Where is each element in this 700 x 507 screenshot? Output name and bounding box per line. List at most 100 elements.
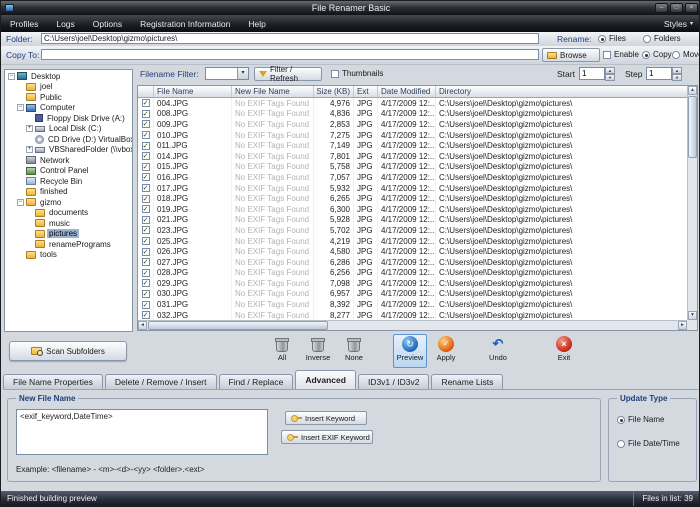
maximize-button[interactable]: □ <box>670 3 683 13</box>
table-row[interactable]: ✓004.JPGNo EXIF Tags Found4,976JPG4/17/2… <box>138 98 687 109</box>
tree-item-floppy-disk-drive-a[interactable]: Floppy Disk Drive (A:) <box>5 113 132 124</box>
combo-dropdown-icon[interactable]: ▾ <box>237 68 248 79</box>
tree-item-recycle-bin[interactable]: Recycle Bin <box>5 176 132 187</box>
undo-button[interactable]: Undo <box>481 334 515 368</box>
row-checkbox[interactable]: ✓ <box>142 110 150 118</box>
tree-item-public[interactable]: Public <box>5 92 132 103</box>
tab-advanced[interactable]: Advanced <box>295 370 356 389</box>
row-checkbox[interactable]: ✓ <box>142 131 150 139</box>
table-row[interactable]: ✓031.JPGNo EXIF Tags Found8,392JPG4/17/2… <box>138 299 687 310</box>
column-header-directory[interactable]: Directory <box>436 86 687 97</box>
column-header-size-kb[interactable]: Size (KB) <box>314 86 354 97</box>
tree-expander-icon[interactable]: − <box>8 73 15 80</box>
row-checkbox[interactable]: ✓ <box>142 152 150 160</box>
row-checkbox[interactable]: ✓ <box>142 269 150 277</box>
menu-item-profiles[interactable]: Profiles <box>1 15 47 32</box>
table-row[interactable]: ✓032.JPGNo EXIF Tags Found8,277JPG4/17/2… <box>138 310 687 320</box>
row-checkbox[interactable]: ✓ <box>142 311 150 319</box>
tab-delete-remove-insert[interactable]: Delete / Remove / Insert <box>105 374 217 389</box>
table-row[interactable]: ✓011.JPGNo EXIF Tags Found7,149JPG4/17/2… <box>138 140 687 151</box>
update-file-name-option[interactable]: File Name <box>617 415 664 424</box>
row-checkbox[interactable]: ✓ <box>142 258 150 266</box>
start-down-icon[interactable]: ▼ <box>605 74 615 81</box>
scroll-down-icon[interactable]: ▼ <box>688 311 697 320</box>
preview-button[interactable]: Preview <box>393 334 427 368</box>
start-input[interactable] <box>579 67 605 80</box>
styles-menu[interactable]: Styles ▾ <box>656 19 700 29</box>
table-row[interactable]: ✓010.JPGNo EXIF Tags Found7,275JPG4/17/2… <box>138 130 687 141</box>
copy-option[interactable]: Copy <box>642 50 672 59</box>
horizontal-scrollbar[interactable]: ◄ ► <box>138 320 687 330</box>
tree-item-local-disk-c[interactable]: +Local Disk (C:) <box>5 124 132 135</box>
tree-item-music[interactable]: music <box>5 218 132 229</box>
rename-files-option[interactable]: Files <box>598 34 626 43</box>
row-checkbox[interactable]: ✓ <box>142 301 150 309</box>
enable-checkbox-option[interactable]: Enable <box>603 50 639 59</box>
table-row[interactable]: ✓030.JPGNo EXIF Tags Found6,957JPG4/17/2… <box>138 289 687 300</box>
step-stepper[interactable]: ▲▼ <box>646 67 682 80</box>
tree-item-gizmo[interactable]: −gizmo <box>5 197 132 208</box>
tab-file-name-properties[interactable]: File Name Properties <box>3 374 103 389</box>
tree-item-computer[interactable]: −Computer <box>5 103 132 114</box>
row-checkbox[interactable]: ✓ <box>142 195 150 203</box>
tab-rename-lists[interactable]: Rename Lists <box>431 374 503 389</box>
start-up-icon[interactable]: ▲ <box>605 67 615 74</box>
table-row[interactable]: ✓008.JPGNo EXIF Tags Found4,836JPG4/17/2… <box>138 109 687 120</box>
exit-button[interactable]: Exit <box>547 334 581 368</box>
table-row[interactable]: ✓025.JPGNo EXIF Tags Found4,219JPG4/17/2… <box>138 236 687 247</box>
table-row[interactable]: ✓014.JPGNo EXIF Tags Found7,801JPG4/17/2… <box>138 151 687 162</box>
row-checkbox[interactable]: ✓ <box>142 142 150 150</box>
tree-item-joel[interactable]: joel <box>5 82 132 93</box>
tree-item-finished[interactable]: finished <box>5 187 132 198</box>
table-row[interactable]: ✓023.JPGNo EXIF Tags Found5,702JPG4/17/2… <box>138 225 687 236</box>
tree-expander-icon[interactable]: − <box>17 104 24 111</box>
tree-item-network[interactable]: Network <box>5 155 132 166</box>
row-checkbox[interactable]: ✓ <box>142 163 150 171</box>
minimize-button[interactable]: – <box>655 3 668 13</box>
tree-expander-icon[interactable]: − <box>17 199 24 206</box>
inverse-button[interactable]: Inverse <box>301 334 335 368</box>
folder-input[interactable] <box>41 33 539 44</box>
row-checkbox[interactable]: ✓ <box>142 237 150 245</box>
column-header-new-file-name[interactable]: New File Name <box>232 86 314 97</box>
tab-find-replace[interactable]: Find / Replace <box>219 374 294 389</box>
row-checkbox[interactable]: ✓ <box>142 99 150 107</box>
menu-item-options[interactable]: Options <box>84 15 131 32</box>
tree-item-renameprograms[interactable]: renamePrograms <box>5 239 132 250</box>
row-checkbox[interactable]: ✓ <box>142 216 150 224</box>
start-stepper[interactable]: ▲▼ <box>579 67 615 80</box>
table-row[interactable]: ✓009.JPGNo EXIF Tags Found2,853JPG4/17/2… <box>138 119 687 130</box>
tree-item-tools[interactable]: tools <box>5 250 132 261</box>
filename-filter-input[interactable] <box>206 68 237 79</box>
column-header-ext[interactable]: Ext <box>354 86 378 97</box>
table-row[interactable]: ✓027.JPGNo EXIF Tags Found6,286JPG4/17/2… <box>138 257 687 268</box>
filter-refresh-button[interactable]: Filter / Refresh <box>254 67 322 81</box>
table-row[interactable]: ✓017.JPGNo EXIF Tags Found5,932JPG4/17/2… <box>138 183 687 194</box>
step-down-icon[interactable]: ▼ <box>672 74 682 81</box>
scroll-right-icon[interactable]: ► <box>678 321 687 330</box>
step-up-icon[interactable]: ▲ <box>672 67 682 74</box>
update-file-datetime-option[interactable]: File Date/Time <box>617 439 680 448</box>
none-button[interactable]: None <box>337 334 371 368</box>
scroll-up-icon[interactable]: ▲ <box>688 86 697 95</box>
vertical-scrollbar[interactable]: ▲ ▼ <box>687 86 697 320</box>
table-row[interactable]: ✓019.JPGNo EXIF Tags Found6,300JPG4/17/2… <box>138 204 687 215</box>
close-button[interactable]: × <box>685 3 698 13</box>
scroll-left-icon[interactable]: ◄ <box>138 321 147 330</box>
move-option[interactable]: Move <box>672 50 700 59</box>
rename-folders-option[interactable]: Folders <box>643 34 681 43</box>
row-checkbox[interactable]: ✓ <box>142 226 150 234</box>
browse-button[interactable]: Browse <box>542 48 600 62</box>
table-row[interactable]: ✓015.JPGNo EXIF Tags Found5,758JPG4/17/2… <box>138 162 687 173</box>
column-header-file-name[interactable]: File Name <box>154 86 232 97</box>
scan-subfolders-button[interactable]: Scan Subfolders <box>9 341 127 361</box>
row-checkbox[interactable]: ✓ <box>142 290 150 298</box>
table-row[interactable]: ✓029.JPGNo EXIF Tags Found7,098JPG4/17/2… <box>138 278 687 289</box>
column-header-date-modified[interactable]: Date Modified <box>378 86 436 97</box>
all-button[interactable]: All <box>265 334 299 368</box>
tab-id3v1-id3v2[interactable]: ID3v1 / ID3v2 <box>358 374 430 389</box>
insert-exif-keyword-button[interactable]: Insert EXIF Keyword <box>281 430 373 444</box>
table-row[interactable]: ✓026.JPGNo EXIF Tags Found4,580JPG4/17/2… <box>138 246 687 257</box>
apply-button[interactable]: Apply <box>429 334 463 368</box>
tree-expander-icon[interactable]: + <box>26 125 33 132</box>
